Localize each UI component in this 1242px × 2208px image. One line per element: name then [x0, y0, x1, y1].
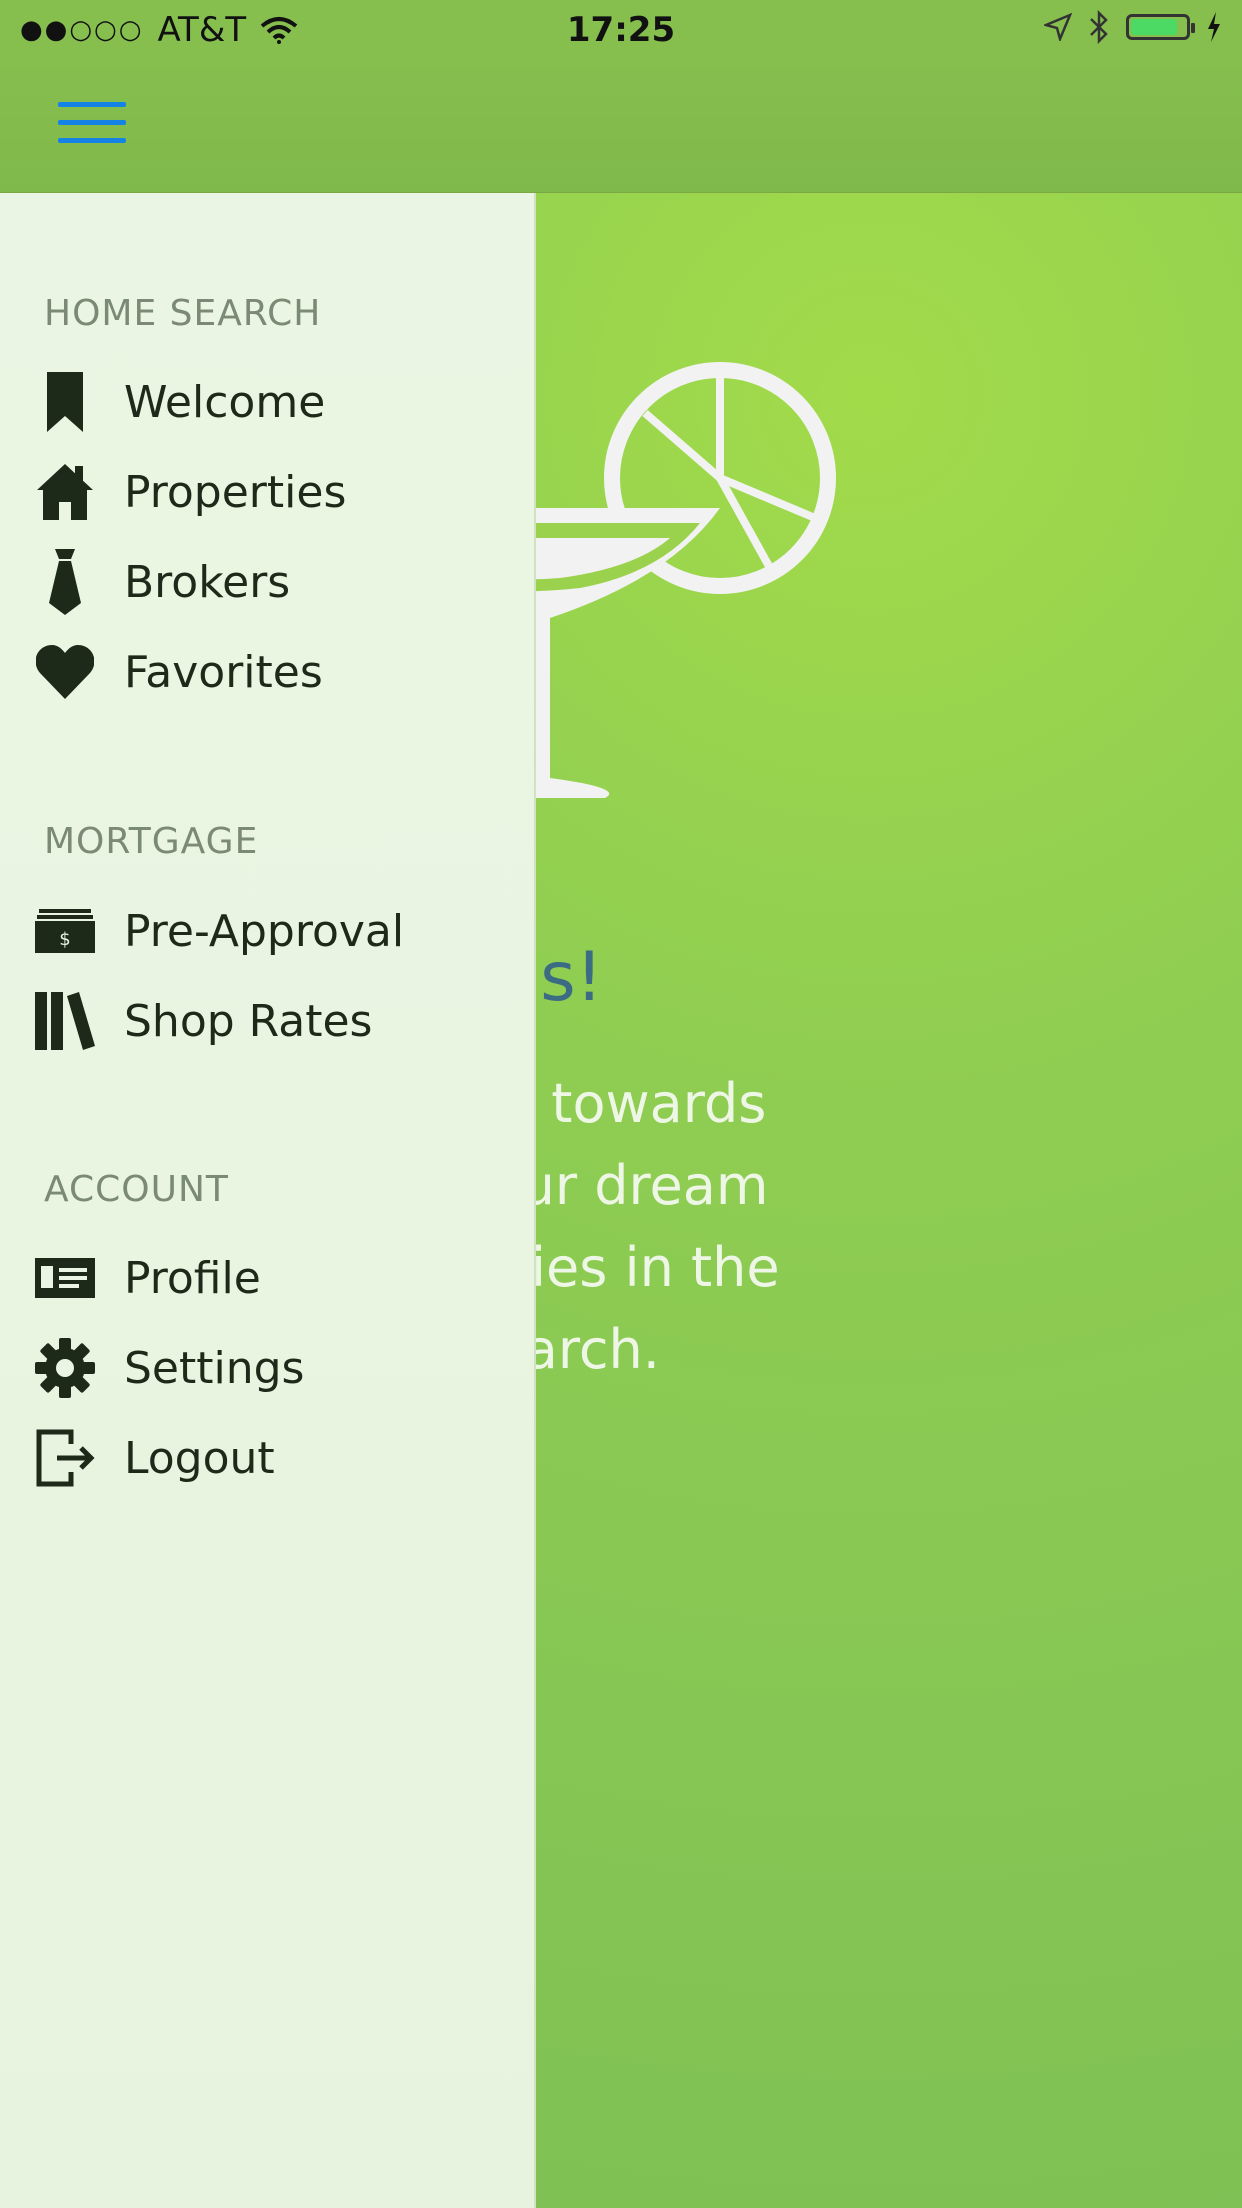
menu-item-properties[interactable]: Properties	[0, 447, 534, 537]
menu-item-label: Favorites	[124, 646, 323, 698]
section-account: ACCOUNT	[44, 1169, 229, 1210]
navigation-bar	[0, 60, 1242, 194]
menu-item-label: Settings	[124, 1342, 305, 1394]
bluetooth-icon	[1088, 10, 1110, 44]
house-icon	[33, 460, 97, 524]
location-icon	[1044, 13, 1072, 41]
hamburger-line	[58, 120, 126, 125]
menu-item-logout[interactable]: Logout	[0, 1413, 534, 1503]
status-bar: ●●○○○ AT&T 17:25	[0, 0, 1242, 60]
section-home-search: HOME SEARCH	[44, 293, 322, 334]
menu-item-profile[interactable]: Profile	[0, 1233, 534, 1323]
menu-item-label: Shop Rates	[124, 995, 373, 1047]
gear-icon	[33, 1336, 97, 1400]
hamburger-line	[58, 138, 126, 143]
id-card-icon	[33, 1246, 97, 1310]
menu-item-shop-rates[interactable]: Shop Rates	[0, 976, 534, 1066]
hamburger-menu-button[interactable]	[58, 102, 126, 144]
menu-item-label: Profile	[124, 1252, 261, 1304]
tie-icon	[33, 549, 97, 615]
charging-icon	[1206, 12, 1222, 42]
status-right	[1044, 10, 1222, 44]
heart-icon	[33, 640, 97, 704]
logout-icon	[33, 1426, 97, 1490]
menu-item-label: Logout	[124, 1432, 275, 1484]
battery-icon	[1126, 14, 1195, 40]
menu-item-pre-approval[interactable]: $ Pre-Approval	[0, 886, 534, 976]
menu-item-label: Brokers	[124, 556, 291, 608]
books-icon	[33, 989, 97, 1053]
menu-item-brokers[interactable]: Brokers	[0, 537, 534, 627]
svg-text:$: $	[59, 929, 70, 950]
section-mortgage: MORTGAGE	[44, 821, 259, 862]
menu-item-label: Welcome	[124, 376, 326, 428]
hamburger-icon	[58, 102, 126, 107]
menu-item-welcome[interactable]: Welcome	[0, 357, 534, 447]
menu-item-settings[interactable]: Settings	[0, 1323, 534, 1413]
side-drawer-menu: HOME SEARCH Welcome Properties Brokers F…	[0, 193, 536, 2208]
menu-item-label: Pre-Approval	[124, 905, 405, 957]
money-icon: $	[33, 899, 97, 963]
bookmark-icon	[33, 370, 97, 434]
menu-item-label: Properties	[124, 466, 347, 518]
menu-item-favorites[interactable]: Favorites	[0, 627, 534, 717]
